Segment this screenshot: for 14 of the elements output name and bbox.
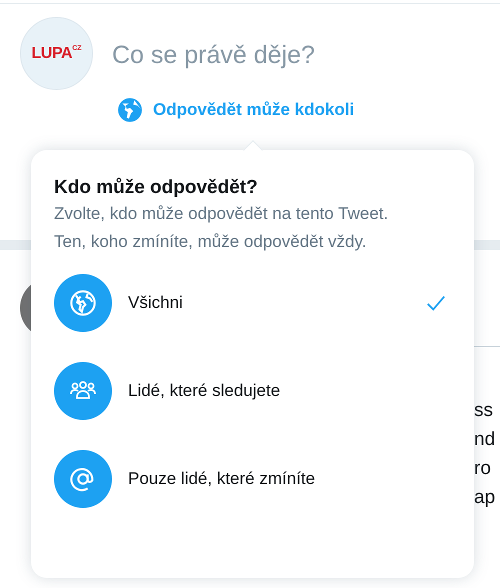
tweet-text-fragment: ss: [474, 399, 494, 422]
audience-option[interactable]: Lidé, které sledujete: [54, 362, 451, 420]
audience-option[interactable]: Pouze lidé, které zmíníte: [54, 450, 451, 508]
option-label: Všichni: [128, 292, 183, 314]
popup-description: Zvolte, kdo může odpovědět na tento Tweet. Ten, koho zmíníte, může odpovědět vždy.: [54, 203, 390, 253]
option-label: Lidé, které sledujete: [128, 380, 280, 402]
option-label: Pouze lidé, které zmíníte: [128, 468, 316, 490]
tweet-text-fragment: ro: [474, 457, 492, 480]
globe-icon: [69, 289, 97, 317]
globe-icon: [117, 96, 143, 122]
tweet-text-fragment: ap: [474, 486, 496, 509]
tweet-text-fragment: nd: [474, 428, 496, 451]
popup-title: Kdo může odpovědět?: [54, 176, 259, 200]
tweet-input[interactable]: Co se právě děje?: [112, 37, 472, 74]
